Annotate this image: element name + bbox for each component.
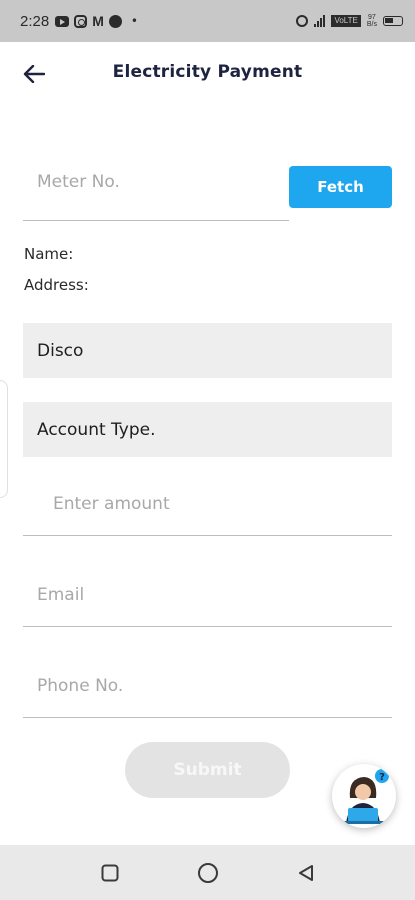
customer-support-button[interactable]: ? <box>332 764 396 828</box>
phone-icon <box>108 14 122 28</box>
customer-name-label: Name: <box>24 245 74 263</box>
battery-icon <box>383 16 403 26</box>
meter-number-field[interactable] <box>23 156 289 221</box>
gmail-icon: M <box>92 13 104 29</box>
network-speed-unit: B/s <box>366 21 377 28</box>
amount-input[interactable] <box>53 494 373 514</box>
fetch-button[interactable]: Fetch <box>289 166 392 208</box>
home-circle-icon <box>197 862 218 883</box>
signal-icon <box>314 15 326 27</box>
account-type-select-label: Account Type. <box>37 419 156 440</box>
network-speed-value: 97 <box>368 14 376 21</box>
meter-number-input[interactable] <box>37 172 267 192</box>
system-nav-bar <box>0 845 415 900</box>
email-field[interactable] <box>23 567 392 627</box>
recents-button[interactable] <box>96 859 124 887</box>
hotspot-icon <box>296 15 309 27</box>
status-system-icons: VoLTE 97 B/s <box>296 14 403 28</box>
volte-icon: VoLTE <box>331 15 361 27</box>
app-header: Electricity Payment <box>0 50 415 98</box>
phone-input[interactable] <box>37 676 357 696</box>
submit-button[interactable]: Submit <box>125 742 290 798</box>
email-input[interactable] <box>37 585 357 605</box>
page-title: Electricity Payment <box>112 62 303 82</box>
home-button[interactable] <box>194 859 222 887</box>
recents-square-icon <box>101 864 118 881</box>
network-speed: 97 B/s <box>367 14 377 28</box>
status-time: 2:28 <box>20 12 50 30</box>
status-bar: 2:28 M • VoLTE 97 B/s <box>0 0 415 42</box>
amount-field[interactable] <box>23 476 392 536</box>
customer-support-icon: ? <box>344 769 389 824</box>
more-notifications-dot: • <box>130 14 138 28</box>
phone-field[interactable] <box>23 658 392 718</box>
disco-select-label: Disco <box>37 340 84 361</box>
system-back-button[interactable] <box>292 859 320 887</box>
youtube-icon <box>55 15 70 27</box>
side-edge-handle <box>0 380 8 498</box>
disco-select[interactable]: Disco <box>23 323 392 378</box>
customer-address-label: Address: <box>24 276 89 294</box>
svg-text:?: ? <box>379 772 385 783</box>
status-notification-icons: M • <box>55 13 138 29</box>
back-triangle-icon <box>298 864 313 881</box>
instagram-icon <box>74 14 88 28</box>
account-type-select[interactable]: Account Type. <box>23 402 392 457</box>
